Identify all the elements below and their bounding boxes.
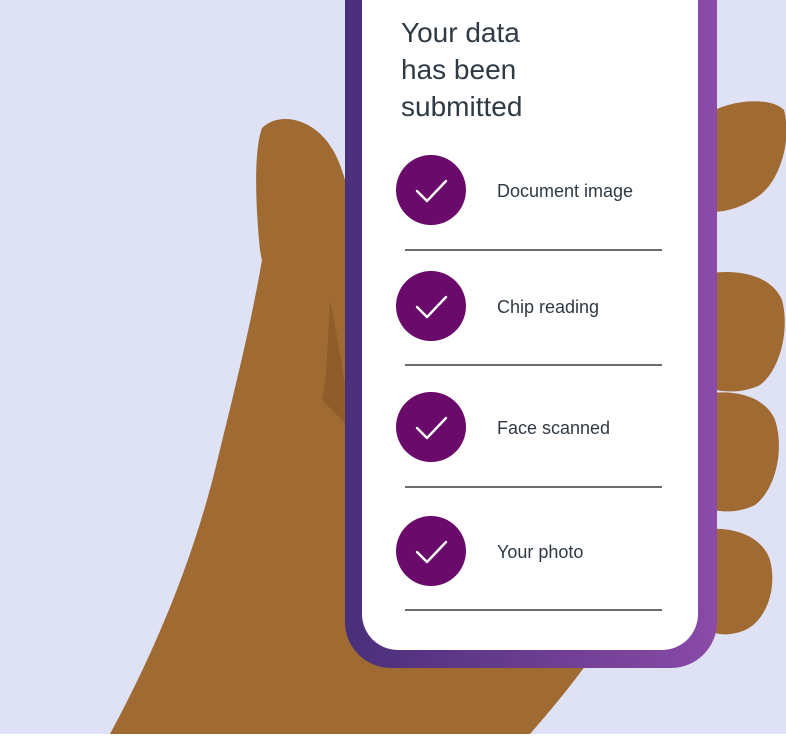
status-item-label: Face scanned xyxy=(497,418,611,438)
check-circle-face xyxy=(396,392,466,462)
hand-holding-phone-illustration xyxy=(0,0,786,734)
status-item-label: Chip reading xyxy=(497,297,600,317)
headline-line: Your data xyxy=(401,17,520,48)
check-circle-document xyxy=(396,155,466,225)
status-item-label: Document image xyxy=(497,181,634,201)
page-title: Your data has been submitted xyxy=(401,14,661,125)
check-circle-photo xyxy=(396,516,466,586)
headline-line: submitted xyxy=(401,91,523,122)
status-item-label: Your photo xyxy=(497,542,584,562)
check-circle-chip xyxy=(396,271,466,341)
headline-line: has been xyxy=(401,54,517,85)
illustration: Your data has been submitted Document im… xyxy=(0,0,786,734)
